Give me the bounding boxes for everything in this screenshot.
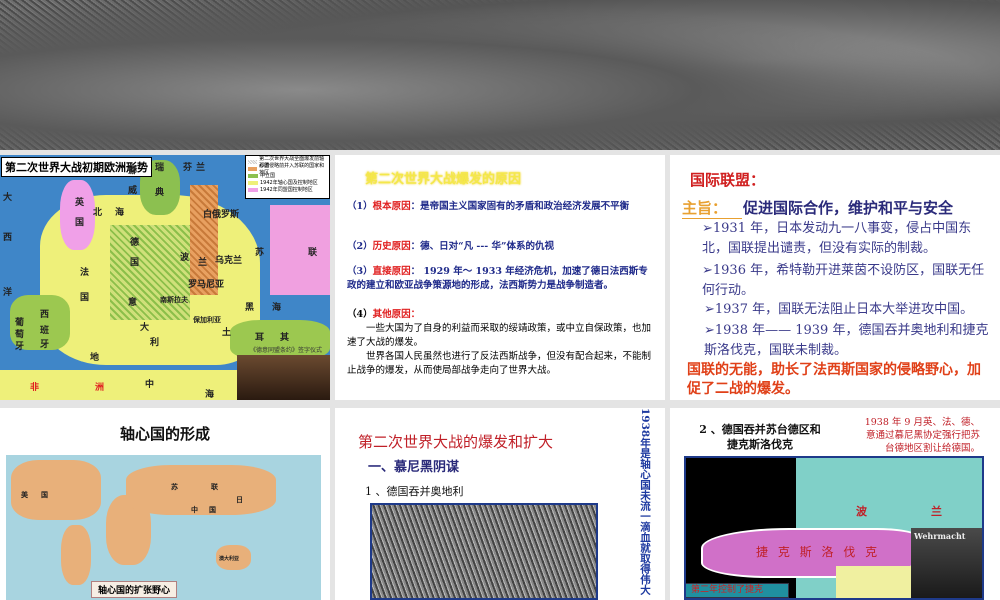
map-label: 大 — [3, 193, 13, 203]
cause-3: （3）直接原因： 1929 年～ 1933 年经济危机，加速了德日法西斯专政的建… — [347, 266, 648, 291]
cause-1: （1）根本原因：是帝国主义国家固有的矛盾和政治经济发展不平衡 — [347, 201, 630, 212]
map-label: 牙 — [40, 340, 50, 350]
map-label: 波 — [180, 253, 190, 263]
map-label: 非 — [30, 383, 40, 393]
map-label: 国 — [41, 491, 48, 499]
map-label: 联 — [211, 483, 218, 491]
event-1938: ➢1938 年—— 1939 年，德国吞并奥地利和捷克斯洛伐克，国联未制裁。 — [704, 323, 989, 358]
event-1936: ➢1936 年，希特勒开进莱茵不设防区，国联无任何行动。 — [702, 263, 985, 298]
map-label: 中 — [191, 506, 198, 514]
map-label: 北 — [93, 208, 103, 218]
vertical-note: 1938年是轴心国未流一滴血就取得伟大 — [639, 408, 651, 595]
map-label: 苏 — [171, 483, 178, 491]
austria-photo — [370, 503, 598, 600]
cause-4: （4）其他原因： — [347, 309, 421, 320]
map-label: 澳大利亚 — [219, 556, 240, 562]
slide-axis-formation[interactable]: 轴心国的形成 美 国 苏 联 中 国 日 澳大利亚 轴心国的扩张野心 — [0, 408, 330, 600]
map-label: 白俄罗斯 — [203, 210, 240, 220]
map-label: 意 — [128, 298, 138, 308]
czech-map: 捷 克 斯 洛 伐 克 波 兰 第二年控制了捷克 Wehrmacht — [684, 456, 984, 600]
map-label: 班 — [40, 326, 50, 336]
map-label: 法 — [80, 268, 90, 278]
map-label: 黑 — [245, 303, 255, 313]
aim-label: 主旨： — [682, 197, 742, 219]
map-caption: 轴心国的扩张野心 — [91, 581, 178, 598]
subtitle-munich: 一、慕尼黑阴谋 — [368, 460, 460, 475]
map-label: 兰 — [196, 163, 206, 173]
map-label: 国 — [130, 258, 140, 268]
map-label: 英 — [75, 198, 85, 208]
map-label: 西 — [40, 310, 50, 320]
munich-note: 1938 年 9 月英、法、德、意通过慕尼黑协定强行把苏台德地区割让给德国。 — [864, 417, 980, 454]
map-label: 大 — [140, 323, 150, 333]
map-label: 土 — [222, 328, 232, 338]
map-label: 联 — [308, 248, 318, 258]
map-label-czech: 捷 克 斯 洛 伐 克 — [756, 545, 881, 559]
world-map: 美 国 苏 联 中 国 日 澳大利亚 轴心国的扩张野心 — [6, 455, 321, 600]
map-label: 南斯拉夫 — [160, 296, 188, 304]
map-label-poland: 兰 — [931, 505, 942, 518]
map-label: 国 — [209, 506, 216, 514]
para-appeasement: 一些大国为了自身的利益而采取的绥靖政策，或中立自保政策，也加速了大战的爆发。 — [347, 323, 652, 348]
map-label: 耳 — [255, 333, 265, 343]
wehrmacht-poster: Wehrmacht — [911, 528, 982, 598]
slide-title: 国际联盟： — [690, 171, 766, 189]
map-label: 国 — [75, 218, 85, 228]
map-label: 其 — [280, 333, 290, 343]
map-label: 苏 — [255, 248, 265, 258]
signing-photo — [237, 355, 330, 400]
map-label: 威 — [128, 186, 138, 196]
map-label: 海 — [115, 208, 125, 218]
map-label: 乌克兰 — [215, 256, 243, 266]
map-label: 洋 — [3, 288, 13, 298]
map-label: 西 — [3, 233, 13, 243]
map-label: 洲 — [95, 383, 105, 393]
slide-title: 2 、德国吞并苏台德区和捷克斯洛伐克 — [699, 423, 821, 451]
map-label: 瑞 — [155, 163, 165, 173]
map-label: 日 — [236, 496, 243, 504]
event-1937: ➢1937 年，国联无法阻止日本大举进攻中国。 — [704, 302, 974, 317]
slide-title: 轴心国的形成 — [119, 425, 210, 443]
slide-league-of-nations[interactable]: 国际联盟： 主旨： 促进国际合作，维护和平与安全 ➢1931 年，日本发动九一八… — [670, 155, 1000, 400]
aim-text: 促进国际合作，维护和平与安全 — [743, 199, 954, 217]
map-label: 芬 — [183, 163, 193, 173]
map-ussr-allied — [270, 205, 330, 295]
map-germany — [110, 225, 190, 320]
slide-war-causes[interactable]: 第二次世界大战爆发的原因 （1）根本原因：是帝国主义国家固有的矛盾和政治经济发展… — [335, 155, 665, 400]
callout-box: 第二年控制了捷克 — [686, 583, 789, 598]
battlefield-photo — [0, 0, 1000, 150]
event-1931: ➢1931 年，日本发动九一八事变，侵占中国东北，国联提出谴责，但没有实际的制裁… — [702, 221, 972, 256]
conclusion: 国联的无能，助长了法西斯国家的侵略野心，加促了二战的爆发。 — [687, 362, 981, 397]
map-label: 中 — [145, 380, 155, 390]
map-label: 典 — [155, 188, 165, 198]
map-label: 兰 — [198, 258, 208, 268]
map-label: 挪 — [128, 166, 138, 176]
map-label: 国 — [80, 293, 90, 303]
map-label: 保加利亚 — [193, 316, 221, 324]
map-label: 德 — [130, 238, 140, 248]
map-label: 牙 — [15, 342, 25, 352]
map-label-poland: 波 — [856, 505, 867, 518]
slide-sudetenland[interactable]: 2 、德国吞并苏台德区和捷克斯洛伐克 捷 克 斯 洛 伐 克 波 兰 第二年控制… — [670, 408, 1000, 600]
slide-europe-map[interactable]: 第二次世界大战初期欧洲形势 第二次世界大战全面爆发前轴心国 那德侵略前并入苏联的… — [0, 155, 330, 400]
map-label: 利 — [150, 338, 160, 348]
map-label: 罗马尼亚 — [188, 280, 225, 290]
map-label: 地 — [90, 353, 100, 363]
map-label: 海 — [205, 390, 215, 400]
map-label: 美 — [21, 491, 28, 499]
slide-title: 第二次世界大战爆发的原因 — [365, 172, 522, 187]
item-austria: 1 、德国吞并奥地利 — [365, 485, 464, 498]
para-people: 世界各国人民虽然也进行了反法西斯战争，但没有配合起来，不能制止战争的爆发，从而使… — [347, 351, 652, 376]
map-legend: 第二次世界大战全面爆发前轴心国 那德侵略前并入苏联的国家和地区 中立国 1942… — [245, 155, 330, 199]
cause-2: （2）历史原因：德、日对“凡 --- 华”体系的仇视 — [347, 241, 555, 252]
photo-caption: 《德意同盟条约》签字仪式 — [250, 347, 323, 354]
slide-title: 第二次世界大战的爆发和扩大 — [358, 433, 554, 451]
map-label: 海 — [272, 303, 282, 313]
slide-war-expansion[interactable]: 第二次世界大战的爆发和扩大 一、慕尼黑阴谋 1 、德国吞并奥地利 1938年是轴… — [335, 408, 665, 600]
